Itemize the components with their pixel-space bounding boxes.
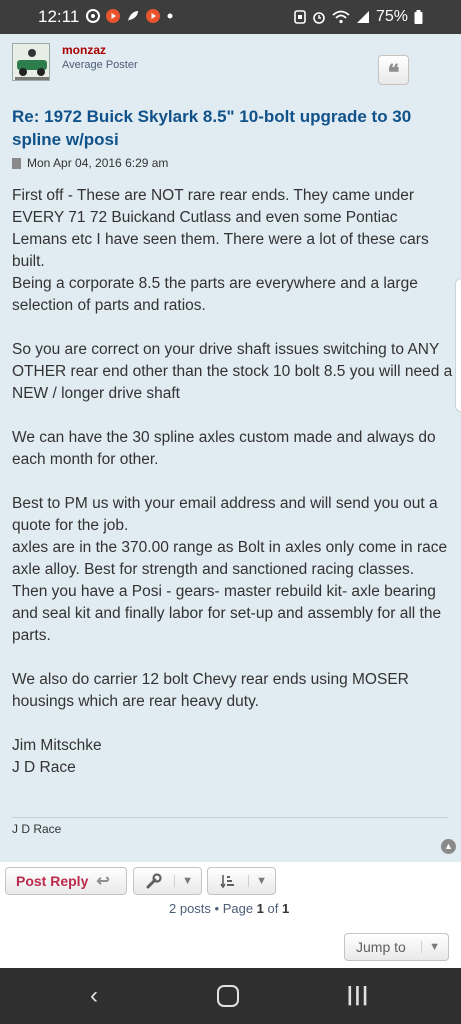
settings-icon [86,9,100,23]
avatar[interactable] [12,43,50,81]
sort-icon [220,875,234,889]
jump-to-button[interactable]: Jump to ▼ [344,933,449,961]
feather-icon [128,11,138,21]
pagination-prefix: 2 posts • Page [169,901,257,916]
signature-divider [12,817,448,818]
post-title[interactable]: Re: 1972 Buick Skylark 8.5" 10-bolt upgr… [12,105,442,151]
post-meta: Mon Apr 04, 2016 6:29 am [12,156,168,170]
alarm-icon [313,12,325,24]
total-pages: 1 [281,901,290,916]
post-author[interactable]: monzaz [62,43,106,57]
status-time: 12:11 [38,7,80,26]
wifi-icon [332,10,350,24]
back-icon[interactable]: ‹ [90,982,98,1010]
recent-apps-icon[interactable]: ||| [347,984,370,1007]
back-to-top-button[interactable]: ▲ [441,839,456,854]
post-reply-label: Post Reply [16,873,89,889]
system-icons: 75% [294,8,423,26]
avatar-image [13,44,49,80]
post-paragraph: First off - These are NOT rare rear ends… [12,187,429,314]
user-rank: Average Poster [62,59,138,71]
post-content: First off - These are NOT rare rear ends… [12,185,454,779]
pagination-info: 2 posts • Page 1 of 1 [169,901,289,916]
wrench-icon [146,873,162,889]
quote-icon: ❝ [387,60,400,86]
post-paragraph: So you are correct on your drive shaft i… [12,341,453,402]
post-paragraph: We can have the 30 spline axles custom m… [12,429,436,468]
chevron-down-icon: ▼ [174,875,193,887]
forum-post: monzaz Average Poster ❝ Re: 1972 Buick S… [0,34,461,862]
quote-button[interactable]: ❝ [378,55,409,86]
topic-tools-button[interactable]: ▼ [133,867,202,895]
scroll-handle[interactable] [455,278,461,412]
pagination-of: of [263,901,282,916]
chevron-down-icon: ▼ [248,875,267,887]
battery-percent: 75% [375,8,408,25]
youtube-icon [106,9,120,23]
reply-icon: ↩ [96,873,110,890]
chevron-up-icon: ▲ [444,841,453,851]
jump-to-label: Jump to [356,939,406,955]
sim-icon [294,10,306,24]
post-reply-button[interactable]: Post Reply ↩ [5,867,127,895]
sort-options-button[interactable]: ▼ [207,867,276,895]
current-page: 1 [256,901,264,916]
post-paragraph: We also do carrier 12 bolt Chevy rear en… [12,671,409,710]
notification-icons [86,9,174,23]
post-icon[interactable] [12,157,21,169]
post-signature: J D Race [12,822,62,836]
system-nav-bar: ‹ ||| [0,968,461,1024]
chevron-down-icon: ▼ [421,941,440,953]
youtube-icon [146,9,160,23]
status-bar: 12:11 75% [0,0,461,34]
battery-icon [414,10,423,24]
dot-icon [167,13,173,19]
post-date: Mon Apr 04, 2016 6:29 am [27,156,169,170]
post-paragraph: Best to PM us with your email address an… [12,495,448,644]
signal-icon [356,11,369,23]
post-paragraph: Jim Mitschke J D Race [12,737,102,776]
home-icon[interactable] [217,985,239,1007]
